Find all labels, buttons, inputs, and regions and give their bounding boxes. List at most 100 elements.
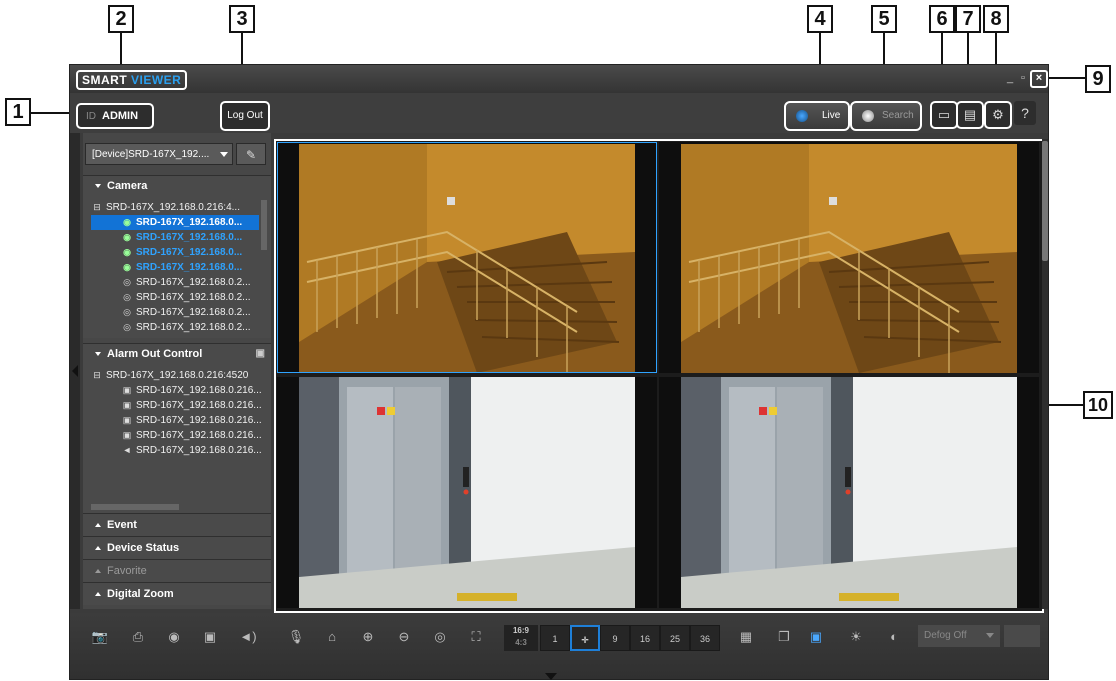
pencil-icon: ✎ [245,148,257,162]
alarm-button[interactable]: ⌂ [320,625,344,649]
tree-row-label: SRD-167X_192.168.0.216... [136,445,262,456]
tree-row-label: SRD-167X_192.168.0.2... [136,277,251,288]
expand-arrow-icon [95,592,101,596]
sequence-icon: ❐ [778,629,790,644]
device-select-value: [Device]SRD-167X_192.... [92,149,210,160]
alarm-output-icon[interactable]: ▣ [256,344,265,364]
layout-36-button[interactable]: 36 [690,625,720,651]
tree-device-node[interactable]: ⊟ SRD-167X_192.168.0.216:4520 [91,368,248,383]
close-button[interactable]: × [1030,70,1048,88]
brightness-icon: ☀ [850,629,862,644]
camera-panel-header[interactable]: Camera [83,176,271,196]
event-panel[interactable]: Event [83,513,271,536]
device-node-icon: ⊟ [93,202,101,212]
layout-25-button[interactable]: 25 [660,625,690,651]
export-icon: ▣ [203,629,217,644]
app-logo: SMART VIEWER [76,70,188,90]
defog-value: Defog Off [924,630,967,641]
alarm-out-icon: ▣ [122,415,132,425]
tree-row-label: SRD-167X_192.168.0... [136,247,243,258]
tree-camera-item[interactable]: ◉ SRD-167X_192.168.0... [121,260,242,275]
tree-camera-item[interactable]: ◎ SRD-167X_192.168.0.2... [121,290,251,305]
alarm-panel-header[interactable]: Alarm Out Control ▣ [83,344,271,364]
tree-row-label: SRD-167X_192.168.0.216:4... [106,202,240,213]
custom-layout-button[interactable]: ▦ [734,625,758,649]
tree-row-label: SRD-167X_192.168.0.2... [136,292,251,303]
monitor-button[interactable]: ▭ [930,101,958,129]
capture-button[interactable]: 📷 [88,625,112,649]
record-icon: ◉ [168,629,180,644]
device-list-button[interactable]: ▤ [956,101,984,129]
camera-panel-scrollbar[interactable] [261,200,267,250]
settings-button[interactable]: ⚙ [984,101,1012,129]
tree-alarm-item[interactable]: ◄ SRD-167X_192.168.0.216... [121,443,262,458]
favorite-panel[interactable]: Favorite [83,559,271,582]
device-status-panel[interactable]: Device Status [83,536,271,559]
zoom-out-button[interactable]: ⊖ [392,625,416,649]
logout-button[interactable]: Log Out [220,101,270,131]
zoom-reset-button[interactable]: ◎ [428,625,452,649]
print-icon: ⎙ [132,629,144,644]
smart-viewer-window: SMART VIEWER _ ▫ × ID ADMIN Log Out Live … [69,64,1049,680]
tree-camera-item[interactable]: ◎ SRD-167X_192.168.0.2... [121,320,250,335]
tree-camera-item[interactable]: ◉ SRD-167X_192.168.0... [91,215,259,230]
contrast-control[interactable]: ◐ [882,625,906,649]
alarm-panel-hscrollbar[interactable] [91,504,179,510]
live-label: Live [822,110,841,121]
record-button[interactable]: ◉ [162,625,186,649]
layout-4-button[interactable]: ✛ [570,625,600,651]
defog-select[interactable]: Defog Off [918,625,1000,647]
tree-camera-item[interactable]: ◎ SRD-167X_192.168.0.2... [121,305,250,320]
export-button[interactable]: ▣ [198,625,222,649]
ratio-16-9: 16:9 [512,626,529,635]
tree-camera-item[interactable]: ◉ SRD-167X_192.168.0... [121,230,242,245]
user-name: ADMIN [102,110,139,122]
fullscreen-button[interactable]: ⛶ [464,625,488,649]
search-button[interactable]: Search [850,101,922,131]
alarm-icon: ⌂ [328,629,336,644]
top-bar: ID ADMIN Log Out Live Search ▭ ▤ ⚙ ? [70,93,1048,133]
tree-camera-item[interactable]: ◎ SRD-167X_192.168.0.2... [121,275,251,290]
digital-zoom-panel[interactable]: Digital Zoom [83,582,271,605]
layout-16-button[interactable]: 16 [630,625,660,651]
defog-level-stepper[interactable] [1004,625,1040,647]
user-id-display: ID ADMIN [76,103,154,129]
callout-3: 3 [229,5,255,33]
print-button[interactable]: ⎙ [126,625,150,649]
video-tile-3[interactable] [277,377,657,608]
viewer-scrollbar[interactable] [1042,139,1048,609]
viewer-scrollbar-thumb[interactable] [1042,141,1048,261]
microphone-button[interactable]: 🎙 [284,625,308,649]
minimize-button[interactable]: _ [1004,72,1016,84]
tree-alarm-item[interactable]: ▣ SRD-167X_192.168.0.216... [121,398,262,413]
sidebar-collapse-strip[interactable] [70,133,80,609]
zoom-in-button[interactable]: ⊕ [356,625,380,649]
tree-row-label: SRD-167X_192.168.0... [136,217,243,228]
osd-button[interactable]: ▣ [804,625,828,649]
search-label: Search [882,110,914,121]
maximize-button[interactable]: ▫ [1017,72,1029,84]
audio-button[interactable]: ◄) [236,625,260,649]
tree-camera-item[interactable]: ◉ SRD-167X_192.168.0... [121,245,242,260]
help-button[interactable]: ? [1014,101,1036,125]
video-tile-2[interactable] [659,142,1039,373]
edit-device-button[interactable]: ✎ [236,143,266,165]
layout-1-button[interactable]: 1 [540,625,570,651]
tree-alarm-item[interactable]: ▣ SRD-167X_192.168.0.216... [121,383,262,398]
device-select[interactable]: [Device]SRD-167X_192.... [85,143,233,165]
video-tile-1[interactable] [277,142,657,373]
tree-device-node[interactable]: ⊟ SRD-167X_192.168.0.216:4... [91,200,240,215]
sequence-button[interactable]: ❐ [772,625,796,649]
elevator-image [277,377,657,608]
tree-alarm-item[interactable]: ▣ SRD-167X_192.168.0.216... [121,413,262,428]
live-button[interactable]: Live [784,101,850,131]
layout-9-button[interactable]: 9 [600,625,630,651]
camera-icon: ◎ [123,277,131,287]
tree-alarm-item[interactable]: ▣ SRD-167X_192.168.0.216... [121,428,262,443]
expand-toolbar-icon[interactable] [545,673,557,680]
aspect-ratio-toggle[interactable]: 16:9 4:3 [504,625,538,651]
contrast-icon: ◐ [890,629,898,644]
favorite-panel-title: Favorite [107,565,147,577]
brightness-control[interactable]: ☀ [844,625,868,649]
video-tile-4[interactable] [659,377,1039,608]
